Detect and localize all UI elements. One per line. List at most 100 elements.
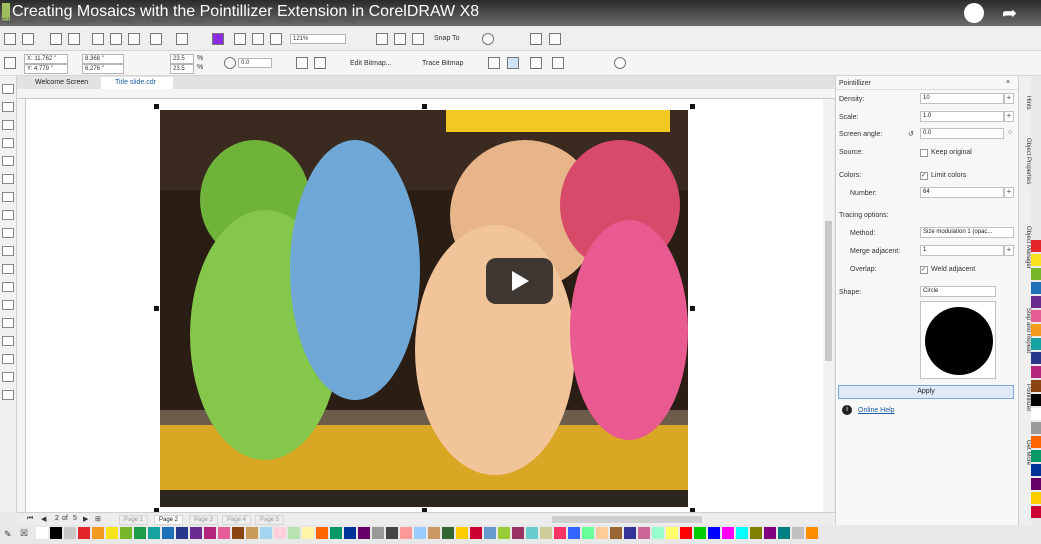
save-icon[interactable] xyxy=(50,33,62,45)
color-swatch[interactable] xyxy=(778,527,790,539)
text-tool-icon[interactable] xyxy=(2,246,14,256)
menu-edit[interactable]: Edit xyxy=(24,18,36,25)
color-swatch[interactable] xyxy=(652,527,664,539)
redo-icon[interactable] xyxy=(176,33,188,45)
tab-title-slide[interactable]: Title slide.cdr xyxy=(101,77,173,89)
crop-bitmap-icon[interactable] xyxy=(488,57,500,69)
ellipse-tool-icon[interactable] xyxy=(2,210,14,220)
color-swatch[interactable] xyxy=(498,527,510,539)
tab-welcome-screen[interactable]: Welcome Screen xyxy=(21,77,101,89)
color-swatch[interactable] xyxy=(162,527,174,539)
color-swatch[interactable] xyxy=(1031,352,1041,364)
object-origin-icon[interactable] xyxy=(4,57,16,69)
density-increase-icon[interactable]: + xyxy=(1004,93,1014,104)
color-swatch[interactable] xyxy=(1031,394,1041,406)
mirror-vertical-icon[interactable] xyxy=(314,57,326,69)
selection-handle[interactable] xyxy=(690,306,695,311)
show-rulers-icon[interactable] xyxy=(394,33,406,45)
zoom-tool-icon[interactable] xyxy=(2,138,14,148)
color-swatch[interactable] xyxy=(750,527,762,539)
color-swatch[interactable] xyxy=(442,527,454,539)
scale-field[interactable]: 1.0 xyxy=(920,111,1004,122)
page-tab[interactable]: Page 4 xyxy=(222,515,252,525)
tab-get-more[interactable]: Get More xyxy=(1020,440,1031,465)
rotation-angle-field[interactable]: 0.0 xyxy=(238,58,272,68)
color-swatch[interactable] xyxy=(302,527,314,539)
horizontal-scrollbar[interactable] xyxy=(552,516,702,523)
menu-help[interactable]: Help xyxy=(342,18,356,25)
application-launcher-icon[interactable] xyxy=(530,33,542,45)
shape-select[interactable]: Circle xyxy=(920,286,996,297)
bitmap-image[interactable] xyxy=(160,110,688,507)
prev-page-icon[interactable]: ◀ xyxy=(41,515,46,523)
color-swatch[interactable] xyxy=(92,527,104,539)
color-swatch[interactable] xyxy=(1031,268,1041,280)
number-increase-icon[interactable]: + xyxy=(1004,187,1014,198)
tab-step-and-repeat[interactable]: Step and Repeat xyxy=(1020,308,1031,353)
limit-colors-checkbox[interactable]: ✓ xyxy=(920,172,928,180)
color-swatch[interactable] xyxy=(540,527,552,539)
welcome-screen-icon[interactable] xyxy=(549,33,561,45)
merge-adjacent-field[interactable]: 1 xyxy=(920,245,1004,256)
rectangle-tool-icon[interactable] xyxy=(2,192,14,202)
color-swatch[interactable] xyxy=(1031,254,1041,266)
snap-to-menu[interactable]: Snap To xyxy=(434,35,460,42)
number-field[interactable]: 64 xyxy=(920,187,1004,198)
scrollbar-thumb[interactable] xyxy=(825,221,832,361)
trace-bitmap-button[interactable]: Trace Bitmap xyxy=(422,60,463,67)
color-swatch[interactable] xyxy=(176,527,188,539)
menu-layout[interactable]: Layout xyxy=(76,18,97,25)
color-swatch[interactable] xyxy=(428,527,440,539)
color-swatch[interactable] xyxy=(568,527,580,539)
full-screen-preview-icon[interactable] xyxy=(376,33,388,45)
add-icon[interactable] xyxy=(614,57,626,69)
color-swatch[interactable] xyxy=(344,527,356,539)
color-swatch[interactable] xyxy=(106,527,118,539)
copy-icon[interactable] xyxy=(110,33,122,45)
density-field[interactable]: 10 xyxy=(920,93,1004,104)
color-swatch[interactable] xyxy=(722,527,734,539)
color-swatch[interactable] xyxy=(64,527,76,539)
eyedropper-icon[interactable]: ✎ xyxy=(4,529,12,540)
horizontal-ruler[interactable] xyxy=(17,89,835,99)
cut-icon[interactable] xyxy=(92,33,104,45)
color-swatch[interactable] xyxy=(218,527,230,539)
color-swatch[interactable] xyxy=(736,527,748,539)
selection-handle[interactable] xyxy=(690,104,695,109)
bitmap-color-mask-icon[interactable] xyxy=(530,57,542,69)
color-swatch[interactable] xyxy=(330,527,342,539)
add-page-icon[interactable]: ⊞ xyxy=(95,515,101,523)
menu-arrange[interactable]: Arrange xyxy=(110,18,135,25)
selection-handle[interactable] xyxy=(154,306,159,311)
color-swatch[interactable] xyxy=(358,527,370,539)
method-select[interactable]: Size modulation 1 (opac... xyxy=(920,227,1014,238)
resample-icon[interactable] xyxy=(507,57,519,69)
color-swatch[interactable] xyxy=(526,527,538,539)
height-field[interactable]: 6.276 " xyxy=(82,64,124,74)
color-swatch[interactable] xyxy=(512,527,524,539)
import-icon[interactable] xyxy=(234,33,246,45)
color-swatch[interactable] xyxy=(316,527,328,539)
color-swatch[interactable] xyxy=(414,527,426,539)
angle-reset-icon[interactable]: ○ xyxy=(1008,129,1012,136)
screen-angle-field[interactable]: 0.0 xyxy=(920,128,1004,139)
color-swatch[interactable] xyxy=(386,527,398,539)
color-swatch[interactable] xyxy=(792,527,804,539)
page-tab[interactable]: Page 5 xyxy=(255,515,285,525)
tab-object-properties[interactable]: Object Properties xyxy=(1020,138,1031,184)
color-swatch[interactable] xyxy=(274,527,286,539)
color-swatch[interactable] xyxy=(36,527,48,539)
first-page-icon[interactable]: ⏮ xyxy=(27,515,33,523)
color-swatch[interactable] xyxy=(1031,296,1041,308)
online-help-link[interactable]: Online Help xyxy=(858,407,895,414)
keep-original-checkbox[interactable] xyxy=(920,149,928,157)
color-swatch[interactable] xyxy=(1031,366,1041,378)
color-swatch[interactable] xyxy=(1031,380,1041,392)
corel-connect-icon[interactable] xyxy=(212,33,224,45)
menu-view[interactable]: View xyxy=(49,18,64,25)
vertical-scrollbar[interactable] xyxy=(823,99,834,512)
color-swatch[interactable] xyxy=(1031,464,1041,476)
new-document-icon[interactable] xyxy=(4,33,16,45)
color-swatch[interactable] xyxy=(148,527,160,539)
color-swatch[interactable] xyxy=(246,527,258,539)
